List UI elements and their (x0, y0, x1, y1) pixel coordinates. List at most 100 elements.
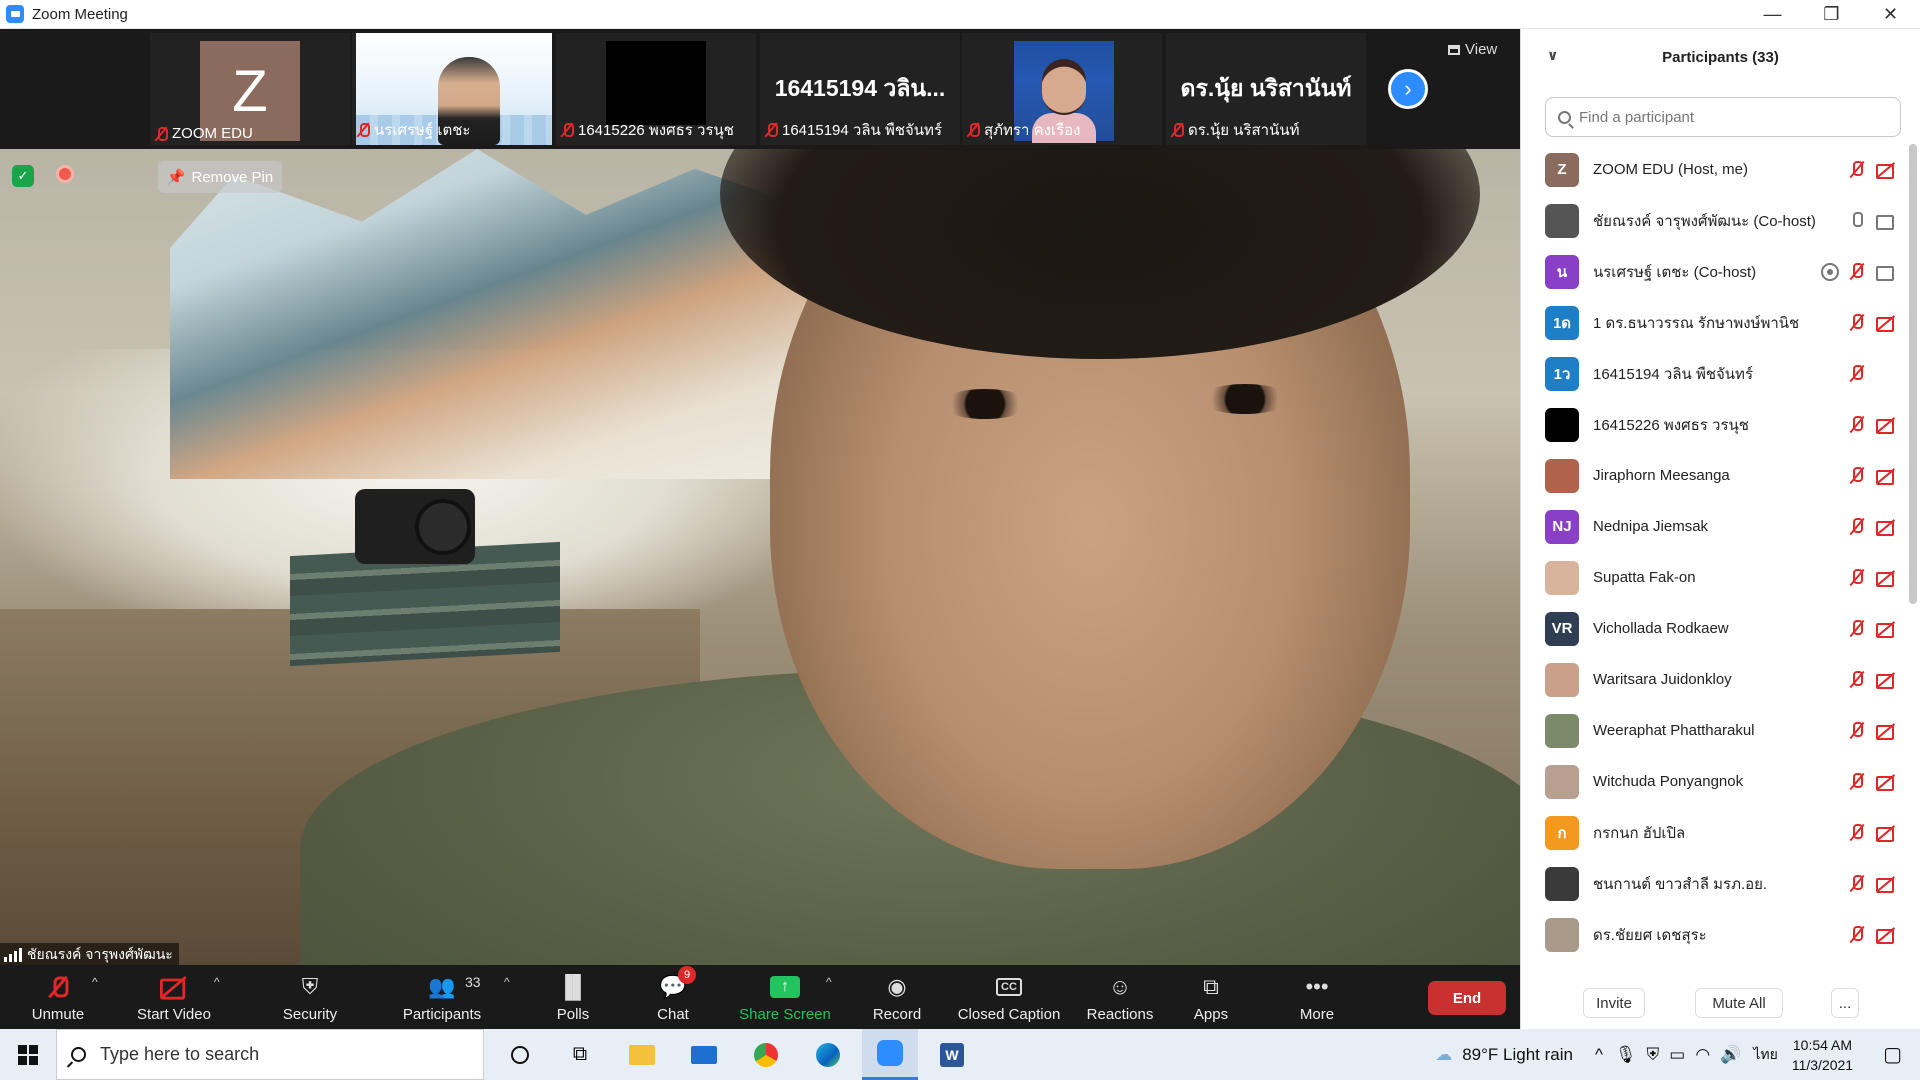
tray-security-icon[interactable]: ⛨ (1647, 1045, 1660, 1065)
microphone-muted-icon[interactable] (1847, 670, 1867, 690)
encryption-shield-icon[interactable]: ✓ (12, 165, 34, 187)
volume-icon[interactable]: 🔊 (1720, 1045, 1741, 1065)
record-button[interactable]: ◉ Record (862, 965, 932, 1029)
video-camera-icon[interactable] (1875, 262, 1897, 282)
participants-button[interactable]: 👥 33 Participants (392, 965, 492, 1029)
thumbnail-tile[interactable]: Z ZOOM EDU (150, 33, 350, 145)
invite-button[interactable]: Invite (1583, 988, 1645, 1018)
participant-row[interactable]: Z ZOOM EDU (Host, me) (1521, 144, 1911, 195)
edge-icon[interactable] (800, 1029, 856, 1080)
microphone-muted-icon[interactable] (1847, 160, 1867, 180)
start-video-button[interactable]: Start Video (128, 965, 220, 1029)
thumbnail-tile[interactable]: สุภัทรา คงเรือง (962, 33, 1162, 145)
participant-row[interactable]: Witchuda Ponyangnok (1521, 756, 1911, 807)
video-off-icon[interactable] (1875, 874, 1897, 894)
microphone-muted-icon[interactable] (1847, 364, 1867, 384)
chat-button[interactable]: 💬 9 Chat (638, 965, 708, 1029)
participant-row[interactable]: ชัยณรงค์ จารุพงศ์พัฒนะ (Co-host) (1521, 195, 1911, 246)
cortana-icon[interactable] (492, 1029, 548, 1080)
video-off-icon[interactable] (1875, 721, 1897, 741)
panel-scrollbar[interactable] (1909, 144, 1917, 604)
video-off-icon[interactable] (1875, 517, 1897, 537)
zoom-taskbar-icon[interactable] (862, 1029, 918, 1080)
video-off-icon[interactable] (1875, 823, 1897, 843)
mail-icon[interactable] (676, 1029, 732, 1080)
microphone-muted-icon[interactable] (1847, 772, 1867, 792)
task-view-icon[interactable]: ⧉ (552, 1029, 608, 1080)
wifi-icon[interactable]: ◠ (1695, 1045, 1710, 1065)
weather-text[interactable]: 89°F Light rain (1462, 1045, 1573, 1065)
participant-row[interactable]: น นรเศรษฐ์ เตชะ (Co-host) (1521, 246, 1911, 297)
audio-options-caret[interactable]: ^ (92, 975, 98, 989)
video-options-caret[interactable]: ^ (214, 975, 220, 989)
thumbnail-tile[interactable]: 16415194 วลิน... 16415194 วลิน พืชจันทร์ (760, 33, 960, 145)
microphone-muted-icon[interactable] (1847, 568, 1867, 588)
participant-row[interactable]: 1ด 1 ดร.ธนาวรรณ รักษาพงษ์พานิช (1521, 297, 1911, 348)
participant-row[interactable]: Weeraphat Phattharakul (1521, 705, 1911, 756)
mute-all-button[interactable]: Mute All (1695, 988, 1783, 1018)
end-meeting-button[interactable]: End (1428, 981, 1506, 1015)
microphone-muted-icon[interactable] (1847, 874, 1867, 894)
participant-row[interactable]: ดร.ชัยยศ เดชสุระ (1521, 909, 1911, 960)
file-explorer-icon[interactable] (614, 1029, 670, 1080)
thumbnail-tile[interactable]: นรเศรษฐ์ เตชะ (352, 33, 552, 145)
reactions-button[interactable]: ☺ Reactions (1080, 965, 1160, 1029)
share-options-caret[interactable]: ^ (826, 975, 832, 989)
microphone-muted-icon[interactable] (1847, 721, 1867, 741)
more-button[interactable]: ••• More (1284, 965, 1350, 1029)
thumbnail-tile[interactable]: ดร.นุ้ย นริสานันท์ ดร.นุ้ย นริสานันท์ (1166, 33, 1366, 145)
view-button[interactable]: View (1448, 41, 1497, 58)
microphone-muted-icon[interactable] (1847, 466, 1867, 486)
apps-button[interactable]: ⧉ Apps (1178, 965, 1244, 1029)
video-off-icon[interactable] (1875, 772, 1897, 792)
share-screen-button[interactable]: ↑ Share Screen (732, 965, 838, 1029)
video-off-icon[interactable] (1875, 466, 1897, 486)
polls-button[interactable]: ▐▌ Polls (538, 965, 608, 1029)
microphone-muted-icon[interactable] (1847, 415, 1867, 435)
video-off-icon[interactable] (1875, 568, 1897, 588)
microphone-muted-icon[interactable] (1847, 262, 1867, 282)
start-button[interactable] (0, 1029, 56, 1080)
collapse-chevron-icon[interactable]: ∨ (1547, 47, 1558, 64)
closed-caption-button[interactable]: CC Closed Caption (952, 965, 1066, 1029)
video-off-icon[interactable] (1875, 670, 1897, 690)
remove-pin-button[interactable]: 📌 Remove Pin (158, 161, 282, 193)
battery-icon[interactable]: ▭ (1669, 1045, 1685, 1065)
language-indicator[interactable]: ไทย (1753, 1044, 1777, 1066)
video-off-icon[interactable] (1875, 925, 1897, 945)
microphone-icon[interactable] (1847, 211, 1867, 231)
taskbar-search-input[interactable]: Type here to search (56, 1029, 484, 1080)
microphone-muted-icon[interactable] (1847, 517, 1867, 537)
unmute-button[interactable]: Unmute (18, 965, 98, 1029)
participant-row[interactable]: Supatta Fak-on (1521, 552, 1911, 603)
security-button[interactable]: ⛨ Security (270, 965, 350, 1029)
participant-row[interactable]: VR Vichollada Rodkaew (1521, 603, 1911, 654)
maximize-button[interactable]: ❐ (1802, 0, 1861, 29)
microphone-muted-icon[interactable] (1847, 619, 1867, 639)
participant-row[interactable]: ก กรกนก ฮัปเปิล (1521, 807, 1911, 858)
video-camera-icon[interactable] (1875, 211, 1897, 231)
next-page-arrow-icon[interactable]: › (1388, 69, 1428, 109)
participant-row[interactable]: Jiraphorn Meesanga (1521, 450, 1911, 501)
microphone-muted-icon[interactable] (1847, 313, 1867, 333)
video-off-icon[interactable] (1875, 160, 1897, 180)
participant-search-input[interactable]: Find a participant (1545, 97, 1901, 137)
word-icon[interactable]: W (924, 1029, 980, 1080)
video-off-icon[interactable] (1875, 619, 1897, 639)
microphone-muted-icon[interactable] (1847, 925, 1867, 945)
participants-options-caret[interactable]: ^ (504, 975, 510, 989)
panel-more-button[interactable]: ... (1831, 988, 1859, 1018)
minimize-button[interactable]: — (1743, 0, 1802, 29)
tray-mic-icon[interactable]: 🎙 (1615, 1045, 1637, 1065)
notification-icon[interactable]: ▢ (1883, 1042, 1902, 1067)
tray-chevron-icon[interactable]: ^ (1595, 1045, 1603, 1065)
participant-row[interactable]: ชนกานต์ ขาวสำลี มรภ.อย. (1521, 858, 1911, 909)
thumbnail-tile[interactable]: 16415226 พงศธร วรนุช (556, 33, 756, 145)
participant-row[interactable]: 1ว 16415194 วลิน พืชจันทร์ (1521, 348, 1911, 399)
participant-row[interactable]: NJ Nednipa Jiemsak (1521, 501, 1911, 552)
close-button[interactable]: ✕ (1861, 0, 1920, 29)
video-off-icon[interactable] (1875, 313, 1897, 333)
chrome-icon[interactable] (738, 1029, 794, 1080)
clock[interactable]: 10:54 AM 11/3/2021 (1792, 1035, 1853, 1075)
video-off-icon[interactable] (1875, 415, 1897, 435)
